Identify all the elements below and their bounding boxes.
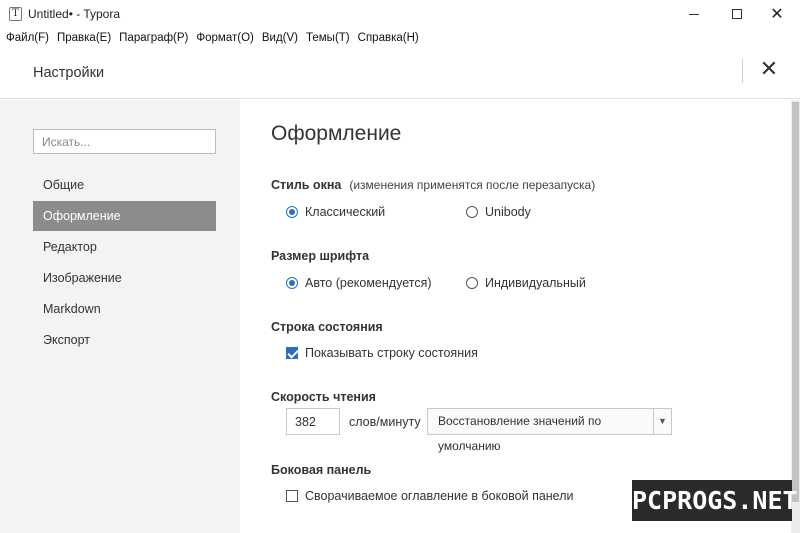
reading-speed-title: Скорость чтения bbox=[271, 390, 376, 404]
minimize-icon bbox=[689, 13, 699, 15]
menu-view[interactable]: Вид(V) bbox=[262, 32, 298, 44]
radio-unibody-label: Unibody bbox=[485, 205, 531, 219]
settings-search-input[interactable] bbox=[33, 129, 216, 154]
radio-classic-label: Классический bbox=[305, 205, 386, 219]
radio-font-custom-indicator[interactable] bbox=[466, 277, 478, 289]
font-size-title: Размер шрифта bbox=[271, 249, 370, 263]
checkbox-show-status-bar[interactable]: Показывать строку состояния bbox=[286, 346, 478, 360]
radio-font-custom[interactable]: Индивидуальный bbox=[466, 276, 586, 290]
status-bar-title: Строка состояния bbox=[271, 320, 383, 334]
scrollbar-thumb[interactable] bbox=[792, 102, 799, 502]
sidebar-panel-title: Боковая панель bbox=[271, 463, 372, 477]
window-close-button[interactable]: ✕ bbox=[754, 0, 800, 28]
settings-title: Настройки bbox=[33, 65, 105, 81]
nav-item-editor[interactable]: Редактор bbox=[33, 232, 216, 262]
radio-unibody[interactable]: Unibody bbox=[466, 205, 531, 219]
menu-paragraph[interactable]: Параграф(P) bbox=[119, 32, 188, 44]
minimize-button[interactable] bbox=[671, 0, 717, 28]
chevron-down-icon: ▼ bbox=[658, 416, 667, 426]
window-style-note: (изменения применятся после перезапуска) bbox=[349, 178, 596, 192]
menu-file[interactable]: Файл(F) bbox=[6, 32, 49, 44]
radio-font-auto-indicator[interactable] bbox=[286, 277, 298, 289]
checkbox-show-status-bar-label: Показывать строку состояния bbox=[305, 346, 478, 360]
radio-classic-indicator[interactable] bbox=[286, 206, 298, 218]
nav-item-export[interactable]: Экспорт bbox=[33, 325, 216, 355]
close-icon: ✕ bbox=[759, 57, 779, 82]
content-scrollbar[interactable] bbox=[791, 100, 800, 533]
reading-speed-unit: слов/минуту bbox=[349, 415, 421, 429]
settings-close-button[interactable]: ✕ bbox=[757, 57, 781, 83]
settings-content: Оформление Стиль окна (изменения применят… bbox=[240, 100, 800, 533]
radio-font-auto[interactable]: Авто (рекомендуется) bbox=[286, 276, 432, 290]
menu-help[interactable]: Справка(H) bbox=[358, 32, 419, 44]
menu-themes[interactable]: Темы(T) bbox=[306, 32, 350, 44]
checkbox-show-status-bar-box[interactable] bbox=[286, 347, 298, 359]
settings-header: Настройки ✕ bbox=[0, 48, 800, 99]
watermark: PCPROGS.NET bbox=[632, 480, 798, 521]
menu-format[interactable]: Формат(O) bbox=[196, 32, 253, 44]
reset-dropdown-button[interactable]: ▼ bbox=[654, 408, 672, 435]
title-bar: T Untitled• - Typora ✕ bbox=[0, 0, 800, 28]
nav-item-image[interactable]: Изображение bbox=[33, 263, 216, 293]
radio-font-auto-label: Авто (рекомендуется) bbox=[305, 276, 432, 290]
maximize-icon bbox=[732, 9, 742, 19]
close-icon: ✕ bbox=[770, 4, 784, 23]
header-divider bbox=[742, 59, 743, 83]
nav-item-general[interactable]: Общие bbox=[33, 170, 216, 200]
nav-item-markdown[interactable]: Markdown bbox=[33, 294, 216, 324]
window-style-title: Стиль окна (изменения применятся после пе… bbox=[271, 178, 595, 192]
menu-bar: Файл(F) Правка(E) Параграф(P) Формат(O) … bbox=[0, 28, 800, 48]
nav-item-appearance[interactable]: Оформление bbox=[33, 201, 216, 231]
reset-defaults-button[interactable]: Восстановление значений по умолчанию bbox=[427, 408, 654, 453]
checkbox-collapsible-outline-label: Сворачиваемое оглавление в боковой панел… bbox=[305, 489, 574, 503]
page-title: Оформление bbox=[271, 122, 402, 145]
window-title: Untitled• - Typora bbox=[28, 7, 121, 21]
radio-unibody-indicator[interactable] bbox=[466, 206, 478, 218]
settings-sidebar: Общие Оформление Редактор Изображение Ma… bbox=[0, 100, 240, 533]
radio-classic[interactable]: Классический bbox=[286, 205, 385, 219]
checkbox-collapsible-outline[interactable]: Сворачиваемое оглавление в боковой панел… bbox=[286, 489, 574, 503]
checkbox-collapsible-outline-box[interactable] bbox=[286, 490, 298, 502]
reading-speed-input[interactable] bbox=[286, 408, 340, 435]
window-style-label: Стиль окна bbox=[271, 178, 342, 192]
menu-edit[interactable]: Правка(E) bbox=[57, 32, 111, 44]
typora-app-icon: T bbox=[9, 7, 22, 21]
radio-font-custom-label: Индивидуальный bbox=[485, 276, 586, 290]
